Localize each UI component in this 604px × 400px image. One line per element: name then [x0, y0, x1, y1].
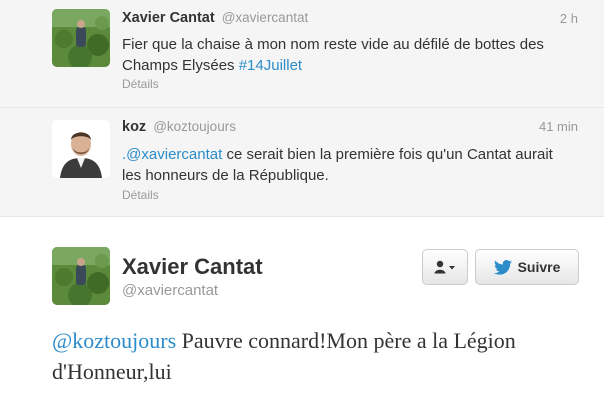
tweet-text: .@xaviercantat ce serait bien la premièr…: [122, 144, 572, 186]
author-name[interactable]: Xavier Cantat: [122, 10, 215, 26]
main-tweet-text: @koztoujours Pauvre connard!Mon père a l…: [52, 325, 592, 387]
portrait-avatar: [52, 120, 110, 178]
hashtag-link[interactable]: #14Juillet: [239, 57, 302, 74]
tweet-item[interactable]: koz @koztoujours 41 min .@xaviercantat c…: [0, 108, 604, 217]
mention-link[interactable]: @koztoujours: [52, 328, 176, 353]
author-name[interactable]: Xavier Cantat: [122, 254, 263, 280]
follow-button-label: Suivre: [517, 259, 561, 275]
details-link[interactable]: Détails: [122, 188, 159, 202]
author-name[interactable]: koz: [122, 119, 146, 135]
field-photo-avatar: [52, 9, 110, 67]
tweet-text-body: Fier que la chaise à mon nom reste vide …: [122, 36, 544, 74]
avatar[interactable]: [52, 9, 110, 67]
user-actions-button[interactable]: [422, 249, 468, 285]
avatar[interactable]: [52, 120, 110, 178]
tweet-text: Fier que la chaise à mon nom reste vide …: [122, 34, 572, 76]
twitter-bird-icon: [493, 259, 512, 275]
tweet-timestamp[interactable]: 2 h: [560, 11, 578, 26]
mention-link[interactable]: .@xaviercantat: [122, 146, 222, 163]
author-handle[interactable]: @xaviercantat: [122, 282, 218, 299]
tweet-timestamp[interactable]: 41 min: [539, 119, 578, 134]
avatar[interactable]: [52, 247, 110, 305]
field-photo-avatar: [52, 247, 110, 305]
follow-button[interactable]: Suivre: [475, 249, 579, 285]
author-handle[interactable]: @koztoujours: [153, 119, 236, 134]
author-handle[interactable]: @xaviercantat: [222, 10, 309, 25]
main-tweet: Xavier Cantat @xaviercantat Suivre @kozt…: [0, 217, 604, 400]
tweet-item[interactable]: Xavier Cantat @xaviercantat 2 h Fier que…: [0, 0, 604, 108]
person-dropdown-icon: [434, 260, 455, 274]
details-link[interactable]: Détails: [122, 77, 159, 91]
